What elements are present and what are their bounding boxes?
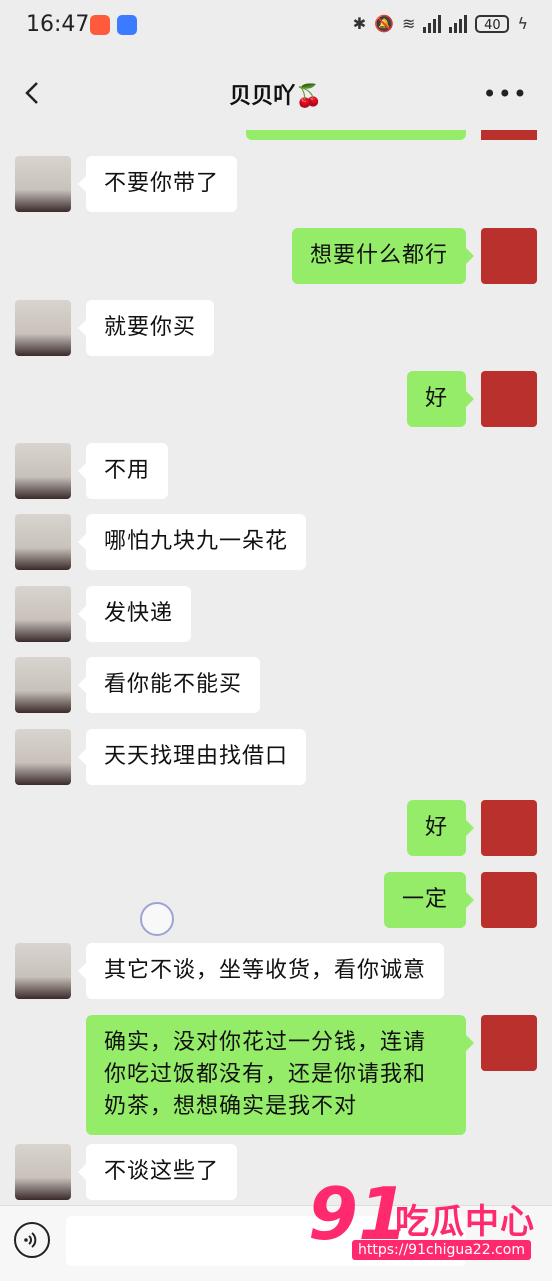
message-bubble[interactable]: 想要什么都行 xyxy=(291,228,475,284)
wifi-icon: ≋ xyxy=(402,14,416,33)
chat-header: 贝贝吖🍒 ••• xyxy=(0,56,552,130)
touch-indicator xyxy=(140,902,174,936)
my-avatar[interactable] xyxy=(481,872,537,928)
contact-avatar[interactable] xyxy=(15,156,71,212)
my-avatar[interactable] xyxy=(481,1015,537,1071)
contact-avatar[interactable] xyxy=(15,943,71,999)
contact-avatar[interactable] xyxy=(15,1144,71,1200)
contact-avatar[interactable] xyxy=(15,300,71,356)
contact-avatar[interactable] xyxy=(15,657,71,713)
chat-title: 贝贝吖🍒 xyxy=(229,84,323,109)
partial-message-bubble xyxy=(246,130,466,140)
my-avatar[interactable] xyxy=(481,371,537,427)
notification-app-icon xyxy=(117,15,137,35)
my-avatar[interactable] xyxy=(481,800,537,856)
message-bubble[interactable]: 看你能不能买 xyxy=(77,657,261,713)
system-icons: ✱ 🔕 ≋ 40 ϟ xyxy=(353,14,528,33)
message-bubble[interactable]: 哪怕九块九一朵花 xyxy=(77,514,307,570)
voice-icon[interactable] xyxy=(14,1222,50,1258)
contact-avatar[interactable] xyxy=(15,586,71,642)
video-app-icon xyxy=(90,15,110,35)
message-bubble[interactable]: 确实，没对你花过一分钱，连请你吃过饭都没有，还是你请我和奶茶，想想确实是我不对 xyxy=(86,1015,474,1135)
message-bubble[interactable]: 其它不谈，坐等收货，看你诚意 xyxy=(77,943,445,999)
message-bubble[interactable]: 好 xyxy=(406,371,475,427)
battery-icon: 40 xyxy=(475,14,510,33)
contact-avatar[interactable] xyxy=(15,514,71,570)
message-bubble[interactable]: 天天找理由找借口 xyxy=(77,729,307,785)
message-bubble[interactable]: 不要你带了 xyxy=(77,156,238,212)
contact-avatar[interactable] xyxy=(15,443,71,499)
message-bubble[interactable]: 就要你买 xyxy=(77,300,215,356)
message-list[interactable]: 不要你带了 想要什么都行 就要你买 好 不用 哪怕九块九一朵花 发快递 看你能不… xyxy=(0,130,552,1205)
status-time: 16:47 xyxy=(26,12,90,37)
message-bubble[interactable]: 不用 xyxy=(77,443,169,499)
message-bubble[interactable]: 一定 xyxy=(383,872,475,928)
bluetooth-icon: ✱ xyxy=(352,14,367,33)
watermark-url: https://91chigua22.com xyxy=(352,1240,531,1260)
status-bar: 16:47 ✱ 🔕 ≋ 40 ϟ xyxy=(0,0,552,56)
partial-avatar xyxy=(481,130,537,140)
signal-icon-2 xyxy=(449,14,468,33)
more-icon[interactable]: ••• xyxy=(483,80,528,108)
signal-icon xyxy=(423,14,442,33)
my-avatar[interactable] xyxy=(481,228,537,284)
message-bubble[interactable]: 不谈这些了 xyxy=(77,1144,238,1200)
watermark-brand: 吃瓜中心 xyxy=(395,1202,535,1242)
mute-icon: 🔕 xyxy=(374,14,395,33)
message-bubble[interactable]: 发快递 xyxy=(77,586,192,642)
message-bubble[interactable]: 好 xyxy=(406,800,475,856)
contact-avatar[interactable] xyxy=(15,729,71,785)
watermark: 91 吃瓜中心 https://91chigua22.com xyxy=(300,1172,552,1280)
charging-icon: ϟ xyxy=(517,14,528,33)
